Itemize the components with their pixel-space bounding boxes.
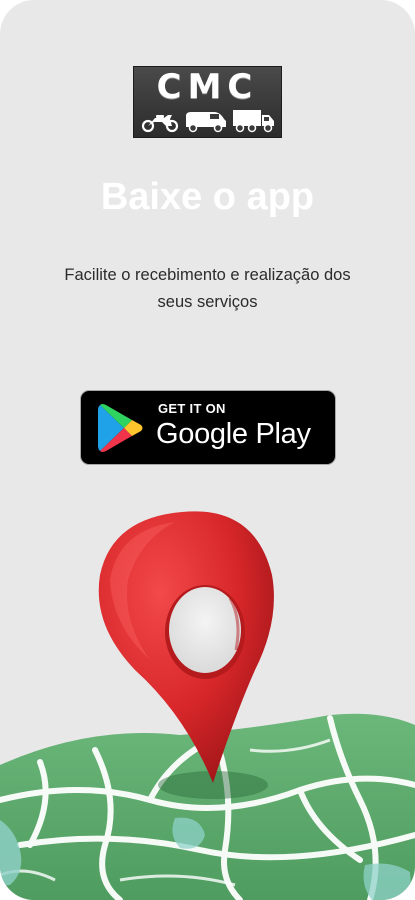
map-illustration (0, 511, 415, 900)
logo-vehicles (141, 110, 274, 133)
badge-large-text: Google Play (156, 418, 311, 450)
app-screen: CMC Baixe o app Facilite o recebimento e… (0, 0, 415, 900)
page-title: Baixe o app (100, 176, 315, 218)
motorcycle-icon (141, 115, 179, 133)
truck-icon (233, 110, 274, 133)
logo-text: CMC (156, 67, 259, 107)
badge-small-text: GET IT ON (158, 401, 226, 416)
page-subtitle: Facilite o recebimento e realização dos … (64, 266, 351, 311)
google-play-button[interactable]: GET IT ON Google Play (80, 390, 336, 465)
van-icon (186, 112, 226, 133)
google-play-icon (98, 404, 143, 452)
cmc-logo: CMC (133, 66, 282, 138)
